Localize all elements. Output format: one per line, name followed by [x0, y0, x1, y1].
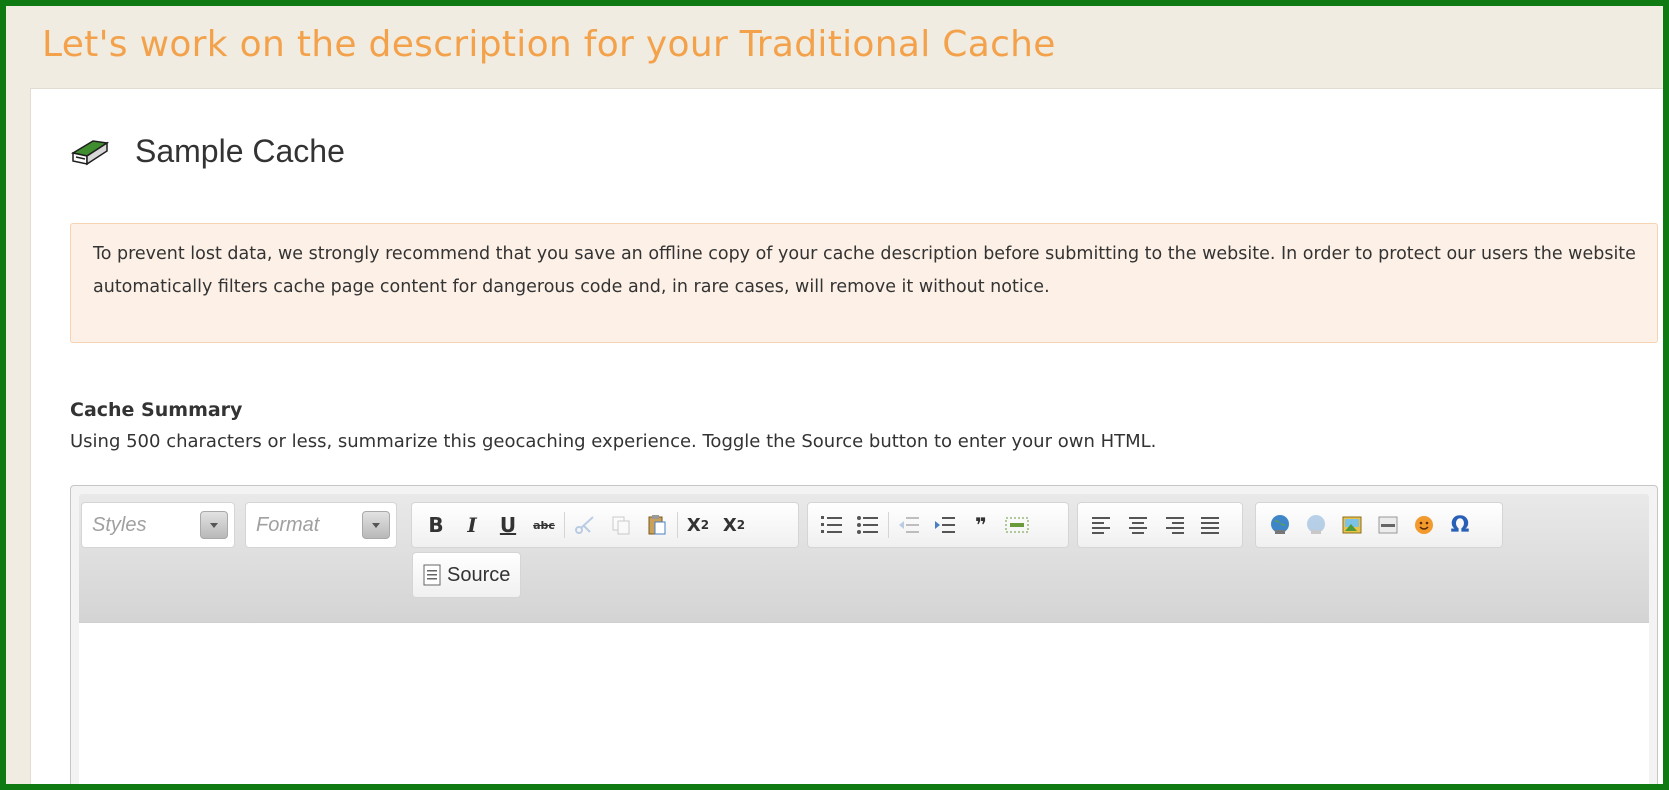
format-label: Format [256, 514, 320, 536]
editor-content-area[interactable] [79, 622, 1649, 784]
styles-label: Styles [92, 514, 147, 536]
blockquote-button[interactable]: ❞ [963, 507, 999, 543]
subscript-mark: 2 [700, 518, 710, 532]
superscript-x: X [722, 514, 737, 536]
chevron-down-icon[interactable] [362, 511, 390, 539]
bold-button[interactable]: B [418, 507, 454, 543]
alignment-group [1077, 502, 1243, 548]
chevron-down-icon[interactable] [200, 511, 228, 539]
align-right-icon [1166, 517, 1184, 534]
cache-heading: Sample Cache [69, 131, 345, 171]
subscript-x: X [686, 514, 701, 536]
clipboard-icon [648, 515, 666, 535]
horizontal-rule-button[interactable] [1370, 507, 1406, 543]
editor-toolbar: Styles Format B I U abc X 2 X 2 ❞ Ω Sour… [79, 494, 1649, 622]
rich-text-editor: Styles Format B I U abc X 2 X 2 ❞ Ω Sour… [70, 485, 1658, 784]
insert-group: Ω [1255, 502, 1503, 548]
paragraph-group: ❞ [807, 502, 1069, 548]
align-left-button[interactable] [1084, 507, 1120, 543]
cache-box-icon [70, 140, 109, 166]
outdent-button[interactable] [891, 507, 927, 543]
toolbar-separator [888, 512, 889, 538]
page-title: Let's work on the description for your T… [42, 24, 1056, 65]
numbered-list-icon [821, 516, 842, 533]
link-button[interactable] [1262, 507, 1298, 543]
unlink-icon [1307, 515, 1325, 534]
subscript-button[interactable]: X2 [680, 507, 716, 543]
italic-button[interactable]: I [454, 507, 490, 543]
copy-icon [612, 516, 630, 535]
scissors-icon [575, 516, 594, 534]
div-container-icon [1005, 517, 1029, 533]
underline-button[interactable]: U [490, 507, 526, 543]
indent-icon [935, 517, 955, 533]
toolbar-separator [677, 512, 678, 538]
bulleted-list-icon [857, 516, 878, 534]
align-left-icon [1092, 517, 1110, 534]
justify-icon [1201, 517, 1219, 534]
page-frame: Let's work on the description for your T… [0, 0, 1669, 790]
cut-button[interactable] [567, 507, 603, 543]
special-char-button[interactable]: Ω [1442, 507, 1478, 543]
superscript-mark: 2 [736, 518, 746, 532]
summary-label: Cache Summary [70, 399, 243, 421]
omega-icon: Ω [1450, 512, 1470, 538]
notice-box: To prevent lost data, we strongly recomm… [70, 223, 1658, 343]
format-dropdown[interactable]: Format [245, 502, 397, 548]
smiley-icon [1415, 516, 1433, 534]
smiley-button[interactable] [1406, 507, 1442, 543]
source-button[interactable]: Source [412, 552, 522, 598]
source-document-icon [423, 564, 441, 586]
notice-text: To prevent lost data, we strongly recomm… [93, 244, 1636, 297]
align-center-button[interactable] [1120, 507, 1156, 543]
image-button[interactable] [1334, 507, 1370, 543]
bulleted-list-button[interactable] [850, 507, 886, 543]
globe-link-icon [1271, 515, 1289, 534]
summary-help: Using 500 characters or less, summarize … [70, 431, 1157, 452]
basic-styles-group: B I U abc X2 X2 [411, 502, 799, 548]
cache-name: Sample Cache [135, 132, 345, 169]
unlink-button[interactable] [1298, 507, 1334, 543]
styles-dropdown[interactable]: Styles [81, 502, 235, 548]
strikethrough-button[interactable]: abc [526, 507, 562, 543]
content-panel: Sample Cache To prevent lost data, we st… [30, 88, 1663, 784]
align-right-button[interactable] [1156, 507, 1192, 543]
justify-button[interactable] [1192, 507, 1228, 543]
create-div-button[interactable] [999, 507, 1035, 543]
horizontal-rule-icon [1378, 516, 1398, 534]
align-center-icon [1129, 517, 1147, 534]
paste-button[interactable] [639, 507, 675, 543]
outdent-icon [899, 517, 919, 533]
copy-button[interactable] [603, 507, 639, 543]
superscript-button[interactable]: X2 [716, 507, 752, 543]
source-label: Source [447, 563, 511, 586]
image-icon [1342, 516, 1362, 534]
indent-button[interactable] [927, 507, 963, 543]
toolbar-separator [564, 512, 565, 538]
numbered-list-button[interactable] [814, 507, 850, 543]
